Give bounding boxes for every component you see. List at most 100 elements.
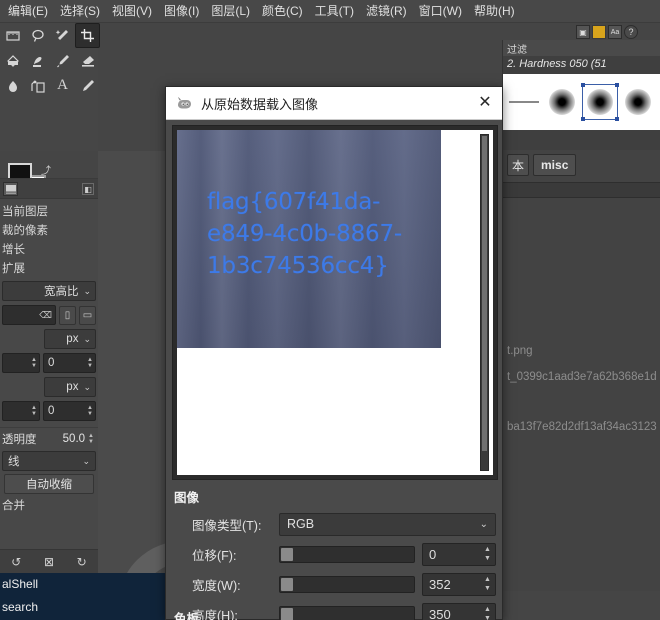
list-item[interactable]: t_0399c1aad3e7a62b368e1d	[503, 364, 660, 390]
chevron-down-icon: ⌄	[83, 285, 91, 296]
menu-windows[interactable]: 窗口(W)	[413, 1, 468, 21]
pencil-tool[interactable]	[75, 73, 100, 98]
position-row-1: ▲ ▼ 0 ▲ ▼	[0, 351, 98, 375]
image-type-row: 图像类型(T): RGB ⌄	[174, 512, 496, 536]
spinner-arrows-icon[interactable]: ▲ ▼	[88, 433, 96, 445]
image-offset-spin[interactable]: 0 ▲ ▼	[422, 542, 496, 566]
brush-filter-row[interactable]: 过滤	[503, 40, 660, 56]
bucket-fill-tool[interactable]	[0, 48, 25, 73]
menu-help[interactable]: 帮助(H)	[468, 1, 521, 21]
files-dock: 本 misc t.png t_0399c1aad3e7a62b368e1d ba…	[502, 150, 660, 591]
taskbar-item-search[interactable]: search	[0, 596, 170, 619]
screen-root: 编辑(E) 选择(S) 视图(V) 图像(I) 图层(L) 颜色(C) 工具(T…	[0, 0, 660, 620]
preview-scrollbar[interactable]	[480, 134, 489, 471]
menu-view[interactable]: 视图(V)	[106, 1, 158, 21]
text-tool[interactable]: A	[50, 73, 75, 98]
menu-colors[interactable]: 颜色(C)	[256, 1, 309, 21]
taskbar-item-shell[interactable]: alShell	[0, 573, 170, 596]
landscape-icon[interactable]: ▭	[79, 305, 96, 325]
menu-tools[interactable]: 工具(T)	[309, 1, 360, 21]
menu-filters[interactable]: 滤镜(R)	[360, 1, 413, 21]
redo-icon[interactable]: ↻	[77, 555, 87, 569]
tool-options-tab-icon[interactable]	[3, 182, 18, 196]
auto-shrink-button[interactable]: 自动收缩	[4, 474, 94, 494]
unit-combo-1[interactable]: px ⌄	[44, 329, 96, 349]
clear-icon[interactable]: ⌫	[39, 310, 52, 321]
tab-misc[interactable]: misc	[533, 154, 577, 176]
highlight-mode-combo[interactable]: 线 ⌄	[2, 451, 96, 471]
portrait-icon[interactable]: ▯	[59, 305, 76, 325]
aspect-entry-field[interactable]: ⌫	[2, 305, 56, 325]
delete-icon[interactable]: ⊠	[44, 555, 54, 569]
list-item[interactable]: ba13f7e82d2df13af34ac3123	[503, 390, 660, 464]
tab-text[interactable]: 本	[507, 154, 530, 176]
swap-colors-icon[interactable]: ⤴	[41, 162, 51, 177]
slider-knob[interactable]	[281, 577, 293, 591]
image-width-slider[interactable]	[279, 575, 415, 593]
option-line-1: 裁的像素	[2, 225, 48, 237]
dock-menu-icon[interactable]: ◧	[82, 183, 94, 195]
spinner-arrows-icon[interactable]: ▲ ▼	[482, 575, 493, 594]
tool-options-dock: ◧ 当前图层 裁的像素 增长 扩展 宽高比 ⌄ ⌫ ▯ ▭ px ⌄ ▲ ▼ 0…	[0, 178, 98, 573]
spinner-arrows-icon[interactable]: ▲ ▼	[31, 357, 39, 369]
image-type-label: 图像类型(T):	[192, 518, 262, 533]
brush-item-selected[interactable]	[581, 83, 619, 121]
palette-section-title: 色板	[174, 612, 200, 620]
image-offset-slider[interactable]	[279, 545, 415, 563]
image-type-combo[interactable]: RGB ⌄	[279, 512, 496, 536]
brush-item-line[interactable]	[507, 85, 541, 119]
image-window-icon[interactable]: ▣	[576, 25, 590, 39]
option-line-0: 当前图层	[2, 206, 48, 218]
brush-preview	[587, 89, 613, 115]
filter-label: 过滤	[507, 44, 527, 56]
scrollbar-thumb[interactable]	[482, 136, 487, 451]
menu-edit[interactable]: 编辑(E)	[2, 1, 54, 21]
layers-icon[interactable]	[592, 25, 606, 39]
spinner-arrows-icon[interactable]: ▲ ▼	[87, 357, 95, 369]
aspect-ratio-combo[interactable]: 宽高比 ⌄	[2, 281, 96, 301]
ink-tool[interactable]	[25, 48, 50, 73]
free-select-tool[interactable]	[25, 23, 50, 48]
close-icon[interactable]: ✕	[474, 92, 496, 114]
measure-tool[interactable]	[0, 23, 25, 48]
eraser-tool[interactable]	[75, 48, 100, 73]
dock-footer: ↺ ⊠ ↻	[0, 549, 98, 573]
spinner-arrows-icon[interactable]: ▲ ▼	[482, 545, 493, 564]
image-width-spin[interactable]: 352 ▲ ▼	[422, 572, 496, 596]
unit-combo-2[interactable]: px ⌄	[44, 377, 96, 397]
spinner-arrows-icon[interactable]: ▲ ▼	[87, 405, 95, 417]
text-editor-icon[interactable]: Aa	[608, 25, 622, 39]
size-spin-w[interactable]: ▲ ▼	[2, 401, 40, 421]
position-spin-x[interactable]: ▲ ▼	[2, 353, 40, 373]
menu-select[interactable]: 选择(S)	[54, 1, 106, 21]
fuzzy-select-tool[interactable]	[50, 23, 75, 48]
menu-image[interactable]: 图像(I)	[158, 1, 205, 21]
position-spin-y[interactable]: 0 ▲ ▼	[43, 353, 96, 373]
help-icon[interactable]: ?	[624, 25, 638, 39]
menu-layer[interactable]: 图层(L)	[205, 1, 256, 21]
toolbox: A ⤴	[0, 23, 100, 200]
size-spin-h[interactable]: 0 ▲ ▼	[43, 401, 96, 421]
slider-knob[interactable]	[281, 547, 293, 561]
undo-icon[interactable]: ↺	[11, 555, 21, 569]
image-preview[interactable]: flag{607f41da- e849-4c0b-8867- 1b3c74536…	[177, 130, 493, 475]
brush-item-soft2[interactable]	[621, 85, 655, 119]
flag-line-1: flag{607f41da-	[207, 189, 381, 215]
list-item[interactable]: t.png	[503, 338, 660, 364]
image-width-value: 352	[429, 576, 451, 592]
spinner-arrows-icon[interactable]: ▲ ▼	[31, 405, 39, 417]
clone-tool[interactable]	[25, 73, 50, 98]
top-icon-strip: ▣ Aa ?	[576, 25, 638, 39]
crop-tool[interactable]	[75, 23, 100, 48]
opacity-row[interactable]: 透明度 50.0 ▲ ▼	[0, 427, 98, 449]
brush-item-soft1[interactable]	[545, 85, 579, 119]
position-value-2: 0	[48, 405, 55, 417]
unit-row-1: px ⌄	[0, 327, 98, 351]
image-type-value: RGB	[287, 517, 315, 531]
tool-options-body: 当前图层 裁的像素 增长 扩展 宽高比 ⌄ ⌫ ▯ ▭ px ⌄ ▲ ▼ 0 ▲…	[0, 199, 98, 516]
paintbrush-tool[interactable]	[50, 48, 75, 73]
brush-grid[interactable]	[503, 74, 660, 130]
aspect-entry-row: ⌫ ▯ ▭	[0, 303, 98, 327]
menu-bar: 编辑(E) 选择(S) 视图(V) 图像(I) 图层(L) 颜色(C) 工具(T…	[0, 0, 660, 23]
smudge-tool[interactable]	[0, 73, 25, 98]
